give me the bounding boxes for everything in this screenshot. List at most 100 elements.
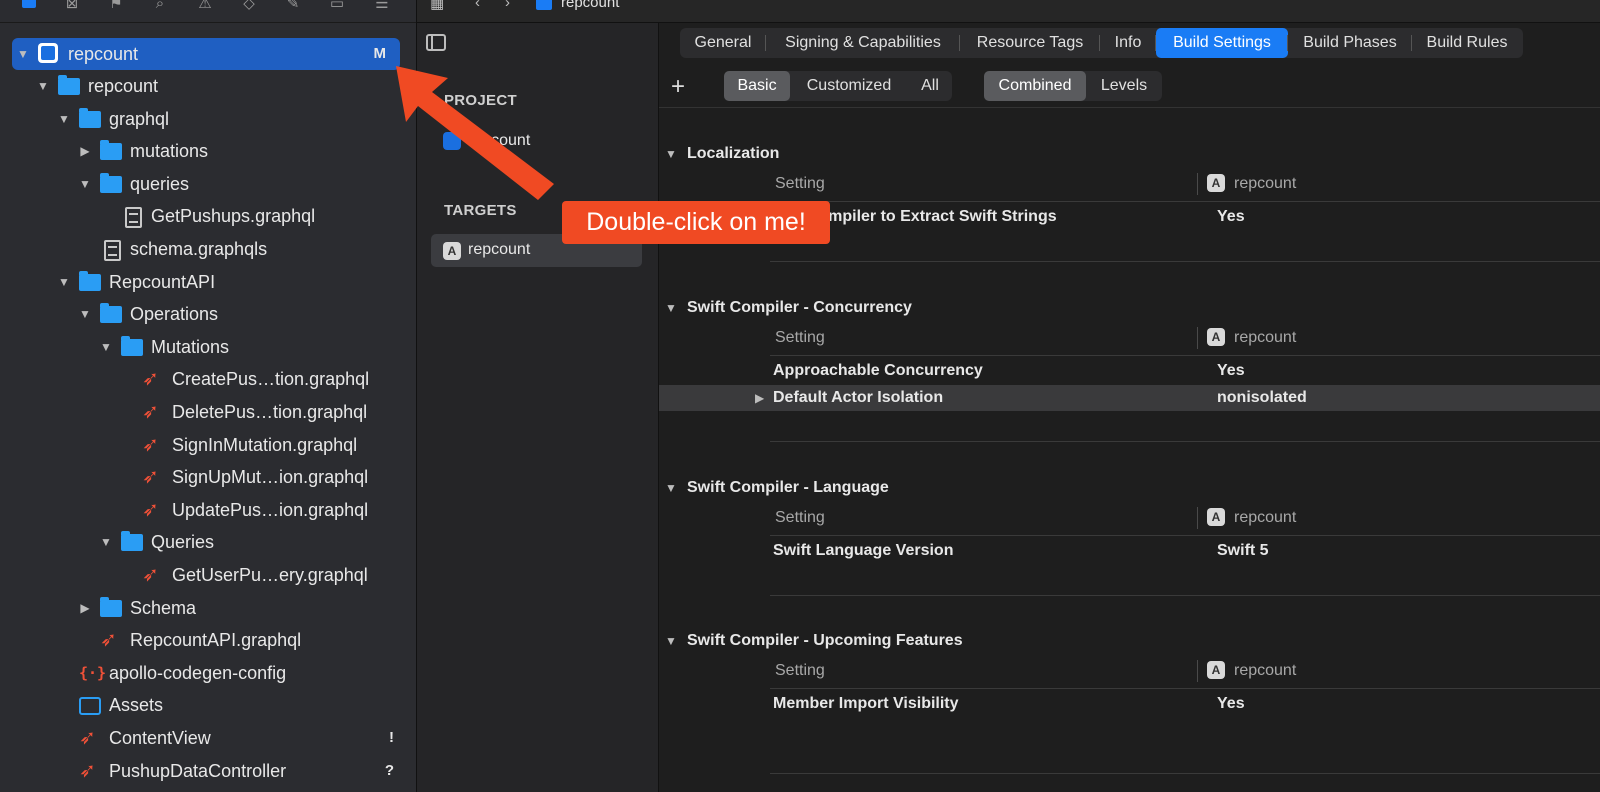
- tab-build-settings[interactable]: Build Settings: [1156, 28, 1288, 58]
- app-target-icon: A: [443, 242, 461, 260]
- file-tree-label: DeletePus…tion.graphql: [172, 402, 368, 422]
- add-setting-button[interactable]: +: [671, 73, 685, 101]
- filter-basic[interactable]: Basic: [724, 71, 790, 101]
- json-file-icon: {·}: [79, 663, 107, 682]
- navigator-icon[interactable]: [20, 0, 38, 12]
- chevron-down-icon[interactable]: ▼: [665, 634, 677, 648]
- file-tree-row[interactable]: ▼ repcount: [0, 71, 416, 101]
- file-tree-row[interactable]: ➶ DeletePus…tion.graphql: [0, 397, 416, 427]
- project-root-row[interactable]: ▼ repcount M: [12, 38, 400, 70]
- file-tree-row[interactable]: ▼ graphql: [0, 104, 416, 134]
- setting-value[interactable]: Yes: [1217, 362, 1245, 380]
- tab-build-rules[interactable]: Build Rules: [1412, 28, 1522, 58]
- breadcrumb-project[interactable]: repcount: [561, 0, 619, 11]
- sidebar-toggle-icon[interactable]: [426, 34, 446, 51]
- file-tree-row[interactable]: ▶ Schema: [0, 593, 416, 623]
- setting-value[interactable]: Yes: [1217, 695, 1245, 713]
- file-tree-row[interactable]: ▼ RepcountAPI: [0, 267, 416, 297]
- setting-value[interactable]: Yes: [1217, 208, 1245, 226]
- filter-all[interactable]: All: [908, 71, 952, 101]
- tab-build-phases[interactable]: Build Phases: [1288, 28, 1412, 58]
- forward-icon[interactable]: ›: [505, 0, 510, 11]
- report-icon[interactable]: ☰: [373, 0, 391, 12]
- debug-icon[interactable]: ✎: [284, 0, 302, 12]
- setting-value[interactable]: Swift 5: [1217, 542, 1269, 560]
- group-title[interactable]: Swift Compiler - Concurrency: [687, 299, 912, 317]
- chevron-right-icon[interactable]: ▶: [78, 593, 92, 623]
- header-divider: [659, 107, 1600, 108]
- column-divider: [1197, 173, 1198, 195]
- chevron-right-icon[interactable]: ▶: [78, 136, 92, 166]
- file-tree-label: Schema: [130, 597, 197, 618]
- chevron-down-icon[interactable]: ▼: [665, 301, 677, 315]
- file-tree-row[interactable]: ➶ PushupDataController?: [0, 756, 416, 786]
- file-tree-row[interactable]: ➶ SignUpMut…ion.graphql: [0, 462, 416, 492]
- group-title[interactable]: Localization: [687, 145, 779, 163]
- chevron-right-icon[interactable]: ▶: [755, 391, 764, 405]
- file-tree-row[interactable]: Assets: [0, 690, 416, 720]
- file-tree-row[interactable]: ➶ ContentView!: [0, 723, 416, 753]
- chevron-down-icon[interactable]: ▼: [16, 38, 30, 70]
- setting-name[interactable]: Approachable Concurrency: [773, 362, 983, 380]
- chevron-down-icon[interactable]: ▼: [99, 332, 113, 362]
- tab-signing-capabilities[interactable]: Signing & Capabilities: [766, 28, 960, 58]
- app-target-icon: A: [1207, 661, 1225, 679]
- file-tree-row[interactable]: {·} apollo-codegen-config: [0, 658, 416, 688]
- setting-name[interactable]: Default Actor Isolation: [773, 389, 943, 407]
- file-tree-row[interactable]: GetPushups.graphql: [0, 201, 416, 231]
- chevron-down-icon[interactable]: ▼: [78, 299, 92, 329]
- chevron-down-icon[interactable]: ▼: [57, 267, 71, 297]
- source-control-icon[interactable]: ⊠: [63, 0, 81, 12]
- target-column-header: repcount: [1234, 329, 1297, 346]
- file-tree-row[interactable]: ➶ UpdatePus…ion.graphql: [0, 495, 416, 525]
- filter-combined[interactable]: Combined: [984, 71, 1086, 101]
- setting-name[interactable]: Swift Language Version: [773, 542, 953, 560]
- back-icon[interactable]: ‹: [475, 0, 480, 11]
- tab-info[interactable]: Info: [1100, 28, 1156, 58]
- chevron-down-icon[interactable]: ▼: [36, 71, 50, 101]
- swift-file-icon: ➶: [142, 564, 159, 586]
- chevron-down-icon[interactable]: ▼: [99, 527, 113, 557]
- breakpoint-icon[interactable]: ▭: [328, 0, 346, 12]
- setting-name[interactable]: Member Import Visibility: [773, 695, 959, 713]
- chevron-down-icon[interactable]: ▼: [78, 169, 92, 199]
- target-column-header: repcount: [1234, 509, 1297, 526]
- grid-icon[interactable]: ▦: [430, 0, 444, 12]
- test-icon[interactable]: ◇: [240, 0, 258, 12]
- chevron-down-icon[interactable]: ▼: [665, 147, 677, 161]
- file-tree-row[interactable]: ➶ RepcountAPI.graphql: [0, 625, 416, 655]
- setting-value[interactable]: nonisolated: [1217, 389, 1307, 407]
- file-tree-label: schema.graphqls: [130, 239, 268, 259]
- group-title[interactable]: Swift Compiler - Language: [687, 479, 889, 497]
- chevron-down-icon[interactable]: ▼: [57, 104, 71, 134]
- file-tree-row[interactable]: ▼ Operations: [0, 299, 416, 329]
- view-segmented-control: Combined Levels: [984, 71, 1162, 101]
- group-title[interactable]: Swift Compiler - Upcoming Features: [687, 632, 963, 650]
- tab-resource-tags[interactable]: Resource Tags: [960, 28, 1100, 58]
- file-tree-row[interactable]: ➶ GetUserPu…ery.graphql: [0, 560, 416, 590]
- file-tree-row[interactable]: ▼ Queries: [0, 527, 416, 557]
- folder-icon: [100, 140, 122, 161]
- group-divider: [770, 595, 1600, 596]
- file-tree-label: ContentView: [109, 728, 211, 748]
- swift-file-icon: ➶: [79, 759, 96, 782]
- search-icon[interactable]: ⌕: [151, 0, 169, 12]
- file-tree-row[interactable]: ▼ queries: [0, 169, 416, 199]
- file-tree-row[interactable]: ▶ mutations: [0, 136, 416, 166]
- file-tree-row[interactable]: ▼ Mutations: [0, 332, 416, 362]
- document-icon: [125, 207, 142, 229]
- file-tree-row[interactable]: ➶ CreatePus…tion.graphql: [0, 364, 416, 394]
- file-tree-row[interactable]: ➶ SignInMutation.graphql: [0, 430, 416, 460]
- file-tree-label: GetUserPu…ery.graphql: [172, 565, 368, 585]
- file-tree-row[interactable]: schema.graphqls: [0, 234, 416, 264]
- file-tree-label: Mutations: [151, 336, 230, 357]
- filter-levels[interactable]: Levels: [1086, 71, 1162, 101]
- warning-icon[interactable]: ⚠: [196, 0, 214, 12]
- file-tree-label: Queries: [151, 532, 215, 553]
- swift-file-icon: ➶: [142, 401, 159, 423]
- bookmark-icon[interactable]: ⚑: [107, 0, 125, 12]
- tab-general[interactable]: General: [680, 28, 766, 58]
- filter-customized[interactable]: Customized: [790, 71, 908, 101]
- column-divider: [1197, 507, 1198, 529]
- chevron-down-icon[interactable]: ▼: [665, 481, 677, 495]
